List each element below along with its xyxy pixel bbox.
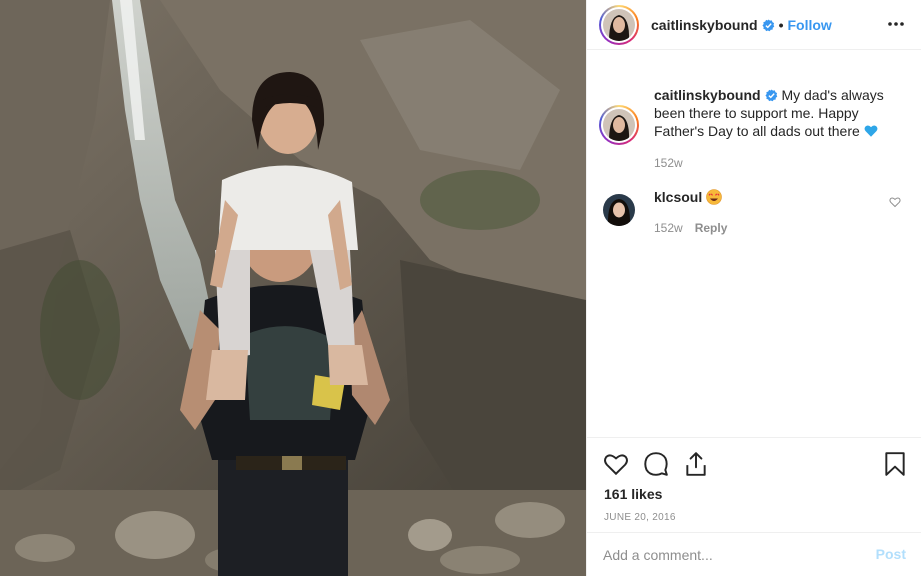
- post-details-panel: caitlinskybound •Follow caitlinskybound: [586, 0, 921, 576]
- comment-item: klcsoul 152w Reply: [654, 188, 874, 237]
- post-actions: 161 likes JUNE 20, 2016: [587, 437, 921, 532]
- photo-illustration: [0, 0, 586, 576]
- verified-icon: [762, 19, 774, 32]
- comment-icon[interactable]: [643, 451, 669, 477]
- follow-button[interactable]: Follow: [787, 17, 831, 33]
- comment-bar: Post: [587, 532, 921, 576]
- caption-username[interactable]: caitlinskybound: [654, 87, 761, 103]
- header-user-line: caitlinskybound • Follow: [651, 17, 832, 33]
- reply-button[interactable]: Reply: [695, 221, 728, 235]
- post-caption: caitlinskybound My dad's always been the…: [654, 86, 904, 172]
- caption-avatar-image: [603, 109, 635, 141]
- post-header: caitlinskybound • Follow: [587, 0, 921, 50]
- heart-eyes-face-icon: [706, 189, 723, 205]
- author-avatar[interactable]: [599, 5, 639, 45]
- blue-heart-icon: [864, 125, 878, 137]
- like-comment-icon[interactable]: [889, 196, 901, 208]
- share-icon[interactable]: [683, 451, 709, 477]
- save-icon[interactable]: [882, 451, 908, 477]
- like-count[interactable]: 161 likes: [604, 486, 662, 502]
- post-date: JUNE 20, 2016: [604, 512, 676, 523]
- post-photo[interactable]: [0, 0, 586, 576]
- author-username[interactable]: caitlinskybound: [651, 17, 758, 33]
- caption-age: 152w: [654, 156, 683, 170]
- verified-icon: [765, 89, 777, 102]
- like-icon[interactable]: [603, 451, 629, 477]
- author-avatar-image: [603, 9, 635, 41]
- commenter-username[interactable]: klcsoul: [654, 189, 702, 205]
- more-icon[interactable]: [886, 14, 906, 34]
- post-comment-button[interactable]: Post: [876, 546, 906, 562]
- separator-dot: •: [778, 17, 784, 33]
- comment-meta: 152w Reply: [654, 218, 874, 237]
- comment-input[interactable]: [603, 545, 853, 565]
- caption-author-avatar[interactable]: [599, 105, 639, 145]
- commenter-avatar-image: [603, 194, 635, 226]
- commenter-avatar[interactable]: [603, 194, 635, 226]
- comment-age: 152w: [654, 221, 683, 235]
